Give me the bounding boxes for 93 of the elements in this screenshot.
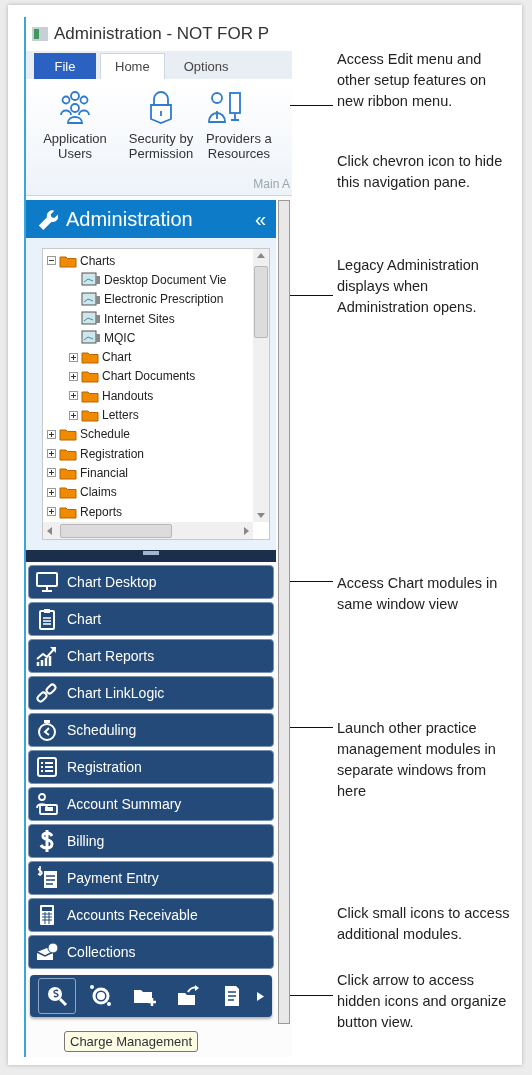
module-button[interactable]: Chart LinkLogic xyxy=(28,676,274,710)
module-button[interactable]: Payment Entry xyxy=(28,861,274,895)
expand-icon[interactable] xyxy=(69,410,78,420)
expand-icon[interactable] xyxy=(69,371,78,381)
tree-item[interactable]: MQIC xyxy=(104,330,136,345)
tree-item[interactable]: Internet Sites xyxy=(104,311,175,326)
dollar-document-icon xyxy=(35,866,59,890)
document-icon xyxy=(81,311,101,327)
module-button[interactable]: Chart Desktop xyxy=(28,565,274,599)
tree-item[interactable]: Handouts xyxy=(102,388,154,403)
shortcut-button[interactable] xyxy=(38,978,76,1014)
vertical-scrollbar[interactable] xyxy=(253,249,269,522)
document-icon xyxy=(81,291,101,307)
folder-icon xyxy=(81,408,99,422)
callout-text: Access Edit menu and other setup features on new ribbon menu. xyxy=(337,50,488,111)
people-group-icon xyxy=(57,89,93,125)
pane-splitter[interactable] xyxy=(26,550,276,562)
stopwatch-icon xyxy=(35,718,59,742)
callout-text: Click arrow to access hidden icons and organize button view. xyxy=(337,971,508,1032)
app-icon xyxy=(32,27,48,41)
scroll-down-icon[interactable] xyxy=(257,513,265,518)
tree-item[interactable]: Chart Documents xyxy=(102,369,196,384)
form-icon xyxy=(35,755,59,779)
tree-item[interactable]: Chart xyxy=(102,350,132,365)
scroll-left-icon[interactable] xyxy=(47,526,52,535)
tree-item[interactable]: Schedule xyxy=(80,427,131,442)
callout-text: Access Chart modules in same window view xyxy=(337,574,499,614)
tree-item[interactable]: Claims xyxy=(80,485,117,500)
folder-icon xyxy=(59,504,77,519)
folder-icon xyxy=(81,388,99,403)
folder-icon xyxy=(81,369,99,384)
ribbon-button[interactable]: Security by Permission xyxy=(120,89,202,161)
tree-item[interactable]: Electronic Prescription xyxy=(104,292,224,307)
tree-item[interactable]: Letters xyxy=(102,408,139,422)
folder-icon xyxy=(59,253,77,268)
pane-title: Administration xyxy=(66,207,194,231)
more-arrow-button[interactable] xyxy=(257,991,264,1001)
tree-item[interactable]: Registration xyxy=(80,446,145,461)
module-button[interactable]: Chart Reports xyxy=(28,639,274,673)
collapse-chevron[interactable]: « xyxy=(254,207,266,231)
coin-icon xyxy=(88,984,113,1008)
tooltip: Charge Management xyxy=(64,1031,199,1052)
ribbon-tab[interactable]: Options xyxy=(168,53,244,79)
folder-icon xyxy=(59,465,77,480)
wrench-icon xyxy=(36,208,58,230)
scrollbar-thumb[interactable] xyxy=(254,266,268,338)
folder-icon xyxy=(59,427,77,442)
expand-icon[interactable] xyxy=(47,468,56,478)
folder-icon xyxy=(59,485,77,500)
chain-link-icon xyxy=(35,681,59,705)
module-button[interactable]: Account Summary xyxy=(28,787,274,821)
module-button[interactable]: Billing xyxy=(28,824,274,858)
folder-icon xyxy=(81,350,99,365)
expand-icon[interactable] xyxy=(47,487,56,497)
module-button[interactable]: Collections xyxy=(28,935,274,969)
expand-icon[interactable] xyxy=(69,391,78,401)
folder-share-icon xyxy=(176,984,201,1008)
folder-icon xyxy=(59,446,77,461)
tree-item[interactable]: Desktop Document Vie xyxy=(104,272,227,287)
person-desk-icon xyxy=(35,792,59,816)
expand-icon[interactable] xyxy=(47,507,56,516)
module-button[interactable]: Accounts Receivable xyxy=(28,898,274,932)
scrollbar-thumb[interactable] xyxy=(60,523,172,538)
document-icon xyxy=(81,330,101,346)
scroll-up-icon[interactable] xyxy=(257,253,265,258)
expand-icon[interactable] xyxy=(47,449,56,459)
window-title: Administration - NOT FOR P xyxy=(54,24,270,44)
tree-item[interactable]: Charts xyxy=(80,253,116,268)
module-button[interactable]: Registration xyxy=(28,750,274,784)
ribbon-button[interactable]: Application Users xyxy=(34,89,116,161)
person-monitor-icon xyxy=(206,89,242,125)
callout-text: Launch other practice management modules in separate windows from here xyxy=(337,719,497,801)
ribbon-button[interactable]: Providers a Resources xyxy=(206,89,282,161)
arrow-right-icon xyxy=(257,991,264,1001)
collapse-icon[interactable] xyxy=(47,256,56,266)
horizontal-scrollbar[interactable] xyxy=(43,522,253,539)
tree-item[interactable]: Financial xyxy=(80,465,129,480)
ribbon-group-label: Main A xyxy=(253,177,290,191)
scroll-right-icon[interactable] xyxy=(244,526,249,535)
callout-text: Click small icons to access additional modules. xyxy=(337,904,511,944)
module-button[interactable]: Chart xyxy=(28,602,274,636)
callout-text: Legacy Administration displays when Administration opens. xyxy=(337,256,480,317)
expand-icon[interactable] xyxy=(69,352,78,362)
module-button[interactable]: Scheduling xyxy=(28,713,274,747)
file-menu-tab[interactable]: File xyxy=(34,53,96,79)
ribbon-tab[interactable]: Home xyxy=(100,53,165,79)
monitor-icon xyxy=(35,570,59,594)
pane-scrollbar[interactable] xyxy=(278,200,290,1024)
expand-icon[interactable] xyxy=(47,429,56,439)
callout-text: Click chevron icon to hide this navigation pane. xyxy=(337,152,504,192)
document-icon xyxy=(81,272,101,288)
tree-item[interactable]: Reports xyxy=(80,504,123,519)
chart-arrow-icon xyxy=(35,644,59,668)
